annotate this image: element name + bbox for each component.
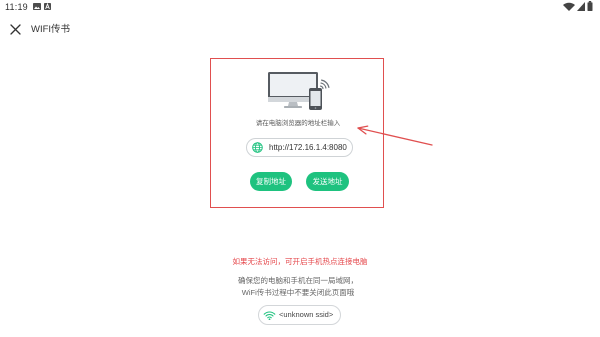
send-address-button[interactable]: 发送地址 — [306, 172, 349, 191]
battery-icon — [587, 1, 593, 11]
server-url: http://172.16.1.4:8080 — [269, 142, 347, 152]
ssid-text: <unknown ssid> — [279, 310, 334, 319]
wifi-icon — [263, 310, 276, 320]
network-hint-line-2: WiFi传书过程中不要关闭此页面哦 — [241, 288, 355, 297]
computer-phone-illustration — [265, 68, 335, 112]
wifi-transfer-screen: 11:19 WIFI传书 请在电脑浏览器的地址栏输入 http://172.16… — [0, 0, 600, 337]
copy-address-button[interactable]: 复制地址 — [250, 172, 292, 191]
a-notification-icon — [44, 3, 51, 10]
annotation-arrow — [350, 120, 440, 152]
close-icon[interactable] — [8, 22, 23, 37]
page-title: WIFI传书 — [31, 24, 71, 35]
ssid-display: <unknown ssid> — [258, 305, 341, 325]
network-hint-line-1: 确保您的电脑和手机在同一局域网， — [238, 276, 358, 285]
hotspot-warning-text: 如果无法访问，可开启手机热点连接电脑 — [232, 257, 368, 266]
status-time: 11:19 — [5, 2, 28, 12]
gallery-icon — [33, 3, 41, 10]
signal-icon — [577, 2, 585, 11]
wifi-status-icon — [563, 2, 575, 11]
globe-icon — [252, 142, 263, 153]
url-display: http://172.16.1.4:8080 — [246, 138, 353, 157]
